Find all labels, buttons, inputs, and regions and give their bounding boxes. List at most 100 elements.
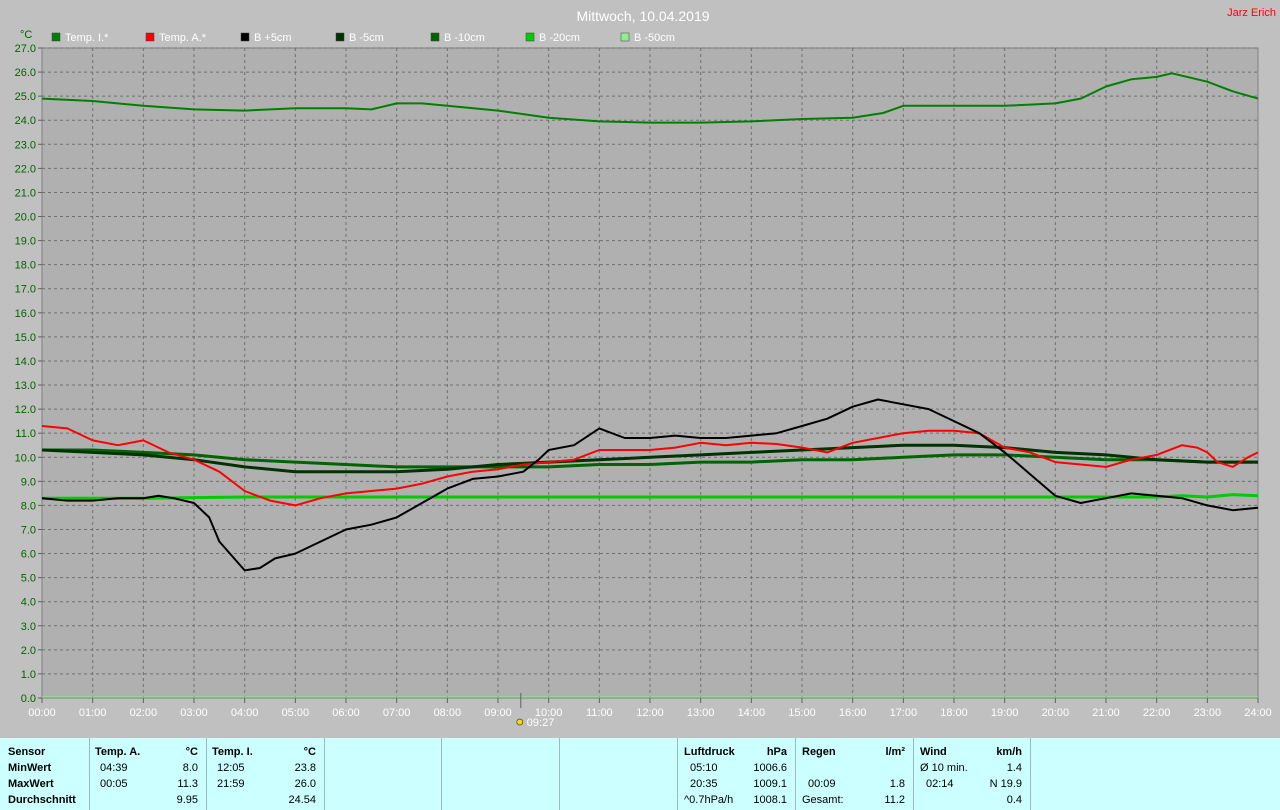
legend-swatch-5 bbox=[525, 32, 535, 42]
legend-label-6: B -50cm bbox=[634, 32, 675, 44]
x-tick-label: 17:00 bbox=[890, 707, 918, 719]
stats-col-empty-1 bbox=[325, 738, 442, 810]
wind-avg10: 1.4 bbox=[1006, 762, 1022, 774]
regen-total-label: Gesamt: bbox=[802, 794, 844, 806]
y-tick-label: 19.0 bbox=[15, 236, 36, 248]
luftdruck-avg: 1008.1 bbox=[753, 794, 787, 806]
x-tick-label: 13:00 bbox=[687, 707, 715, 719]
regen-max: 1.8 bbox=[889, 778, 905, 790]
x-tick-label: 09:00 bbox=[484, 707, 512, 719]
stats-col-empty-2 bbox=[442, 738, 560, 810]
y-tick-label: 7.0 bbox=[21, 524, 36, 536]
y-tick-label: 12.0 bbox=[15, 404, 36, 416]
row-label-min: MinWert bbox=[8, 762, 52, 774]
temp-i-min: 23.8 bbox=[294, 762, 316, 774]
y-tick-label: 11.0 bbox=[15, 428, 36, 440]
y-tick-label: 8.0 bbox=[21, 500, 36, 512]
y-tick-label: 27.0 bbox=[15, 43, 36, 55]
temp-a-min: 8.0 bbox=[182, 762, 198, 774]
luftdruck-header: Luftdruck bbox=[684, 746, 735, 758]
x-tick-label: 03:00 bbox=[180, 707, 208, 719]
chart-title: Mittwoch, 10.04.2019 bbox=[576, 8, 709, 24]
stats-panel: Sensor MinWert MaxWert Durchschnitt Temp… bbox=[0, 738, 1280, 810]
x-tick-label: 04:00 bbox=[231, 707, 259, 719]
luftdruck-min-time: 05:10 bbox=[690, 762, 718, 774]
wind-avg: 0.4 bbox=[1006, 794, 1022, 806]
x-tick-label: 23:00 bbox=[1194, 707, 1222, 719]
legend-label-3: B -5cm bbox=[349, 32, 384, 44]
y-tick-label: 18.0 bbox=[15, 260, 36, 272]
legend-label-1: Temp. A.* bbox=[159, 32, 207, 44]
luftdruck-trend: ^0.7hPa/h bbox=[684, 794, 734, 806]
x-tick-label: 18:00 bbox=[940, 707, 968, 719]
stats-col-temp-a: Temp. A. °C 04:39 8.0 00:05 11.3 9.95 bbox=[90, 738, 207, 810]
x-tick-label: 16:00 bbox=[839, 707, 867, 719]
marker-label: 09:27 bbox=[527, 717, 555, 729]
temp-a-unit: °C bbox=[185, 746, 198, 758]
x-tick-label: 19:00 bbox=[991, 707, 1019, 719]
legend-swatch-3 bbox=[335, 32, 345, 42]
legend-swatch-0 bbox=[51, 32, 61, 42]
x-tick-label: 08:00 bbox=[434, 707, 462, 719]
regen-unit: l/m² bbox=[885, 746, 905, 758]
regen-max-time: 00:09 bbox=[808, 778, 836, 790]
x-tick-label: 07:00 bbox=[383, 707, 411, 719]
x-tick-label: 01:00 bbox=[79, 707, 107, 719]
stats-col-regen: Regen l/m² 00:09 1.8 Gesamt: 11.2 bbox=[796, 738, 914, 810]
x-tick-label: 02:00 bbox=[130, 707, 158, 719]
y-tick-label: 15.0 bbox=[15, 332, 36, 344]
stats-col-empty-3 bbox=[560, 738, 678, 810]
y-tick-label: 26.0 bbox=[15, 67, 36, 79]
y-tick-label: 17.0 bbox=[15, 284, 36, 296]
wind-avg10-label: Ø 10 min. bbox=[920, 762, 968, 774]
luftdruck-unit: hPa bbox=[766, 746, 787, 758]
row-label-max: MaxWert bbox=[8, 778, 54, 790]
x-tick-label: 11:00 bbox=[586, 707, 613, 719]
stats-col-labels: Sensor MinWert MaxWert Durchschnitt bbox=[0, 738, 90, 810]
row-label-sensor: Sensor bbox=[8, 746, 46, 758]
x-tick-label: 22:00 bbox=[1143, 707, 1171, 719]
temp-a-max-time: 00:05 bbox=[100, 778, 128, 790]
x-tick-label: 06:00 bbox=[332, 707, 360, 719]
clock-icon bbox=[516, 718, 524, 726]
stats-col-luftdruck: Luftdruck hPa 05:10 1006.6 20:35 1009.1 … bbox=[678, 738, 796, 810]
luftdruck-max-time: 20:35 bbox=[690, 778, 718, 790]
y-tick-label: 10.0 bbox=[15, 452, 36, 464]
x-tick-label: 12:00 bbox=[636, 707, 664, 719]
x-tick-label: 00:00 bbox=[28, 707, 56, 719]
y-tick-label: 23.0 bbox=[15, 139, 36, 151]
y-tick-label: 6.0 bbox=[21, 549, 36, 561]
legend-label-4: B -10cm bbox=[444, 32, 485, 44]
y-tick-label: 3.0 bbox=[21, 621, 36, 633]
y-tick-label: 0.0 bbox=[21, 693, 36, 705]
luftdruck-min: 1006.6 bbox=[753, 762, 787, 774]
x-tick-label: 05:00 bbox=[282, 707, 310, 719]
temperature-chart: Mittwoch, 10.04.2019 Jarz Erich °C Temp.… bbox=[0, 0, 1280, 738]
y-tick-label: 13.0 bbox=[15, 380, 36, 392]
y-tick-label: 14.0 bbox=[15, 356, 36, 368]
x-tick-label: 15:00 bbox=[788, 707, 816, 719]
temp-a-max: 11.3 bbox=[177, 778, 198, 790]
author-label: Jarz Erich bbox=[1227, 7, 1276, 19]
x-tick-label: 24:00 bbox=[1244, 707, 1272, 719]
temp-a-avg: 9.95 bbox=[176, 794, 198, 806]
legend-swatch-1 bbox=[145, 32, 155, 42]
wind-gust: N 19.9 bbox=[989, 778, 1022, 790]
legend-swatch-4 bbox=[430, 32, 440, 42]
y-tick-label: 16.0 bbox=[15, 308, 36, 320]
wind-gust-time: 02:14 bbox=[926, 778, 954, 790]
y-tick-label: 25.0 bbox=[15, 91, 36, 103]
temp-i-max: 26.0 bbox=[294, 778, 316, 790]
legend-label-2: B +5cm bbox=[254, 32, 292, 44]
x-tick-label: 21:00 bbox=[1092, 707, 1120, 719]
stats-col-wind: Wind km/h Ø 10 min. 1.4 02:14 N 19.9 0.4 bbox=[914, 738, 1031, 810]
luftdruck-max: 1009.1 bbox=[753, 778, 787, 790]
y-tick-label: 4.0 bbox=[21, 597, 36, 609]
temp-i-unit: °C bbox=[303, 746, 316, 758]
temp-i-max-time: 21:59 bbox=[217, 778, 245, 790]
legend-label-5: B -20cm bbox=[539, 32, 580, 44]
y-tick-label: 9.0 bbox=[21, 476, 36, 488]
stats-col-temp-i: Temp. I. °C 12:05 23.8 21:59 26.0 24.54 bbox=[207, 738, 325, 810]
x-tick-label: 14:00 bbox=[738, 707, 766, 719]
row-label-avg: Durchschnitt bbox=[8, 794, 76, 806]
